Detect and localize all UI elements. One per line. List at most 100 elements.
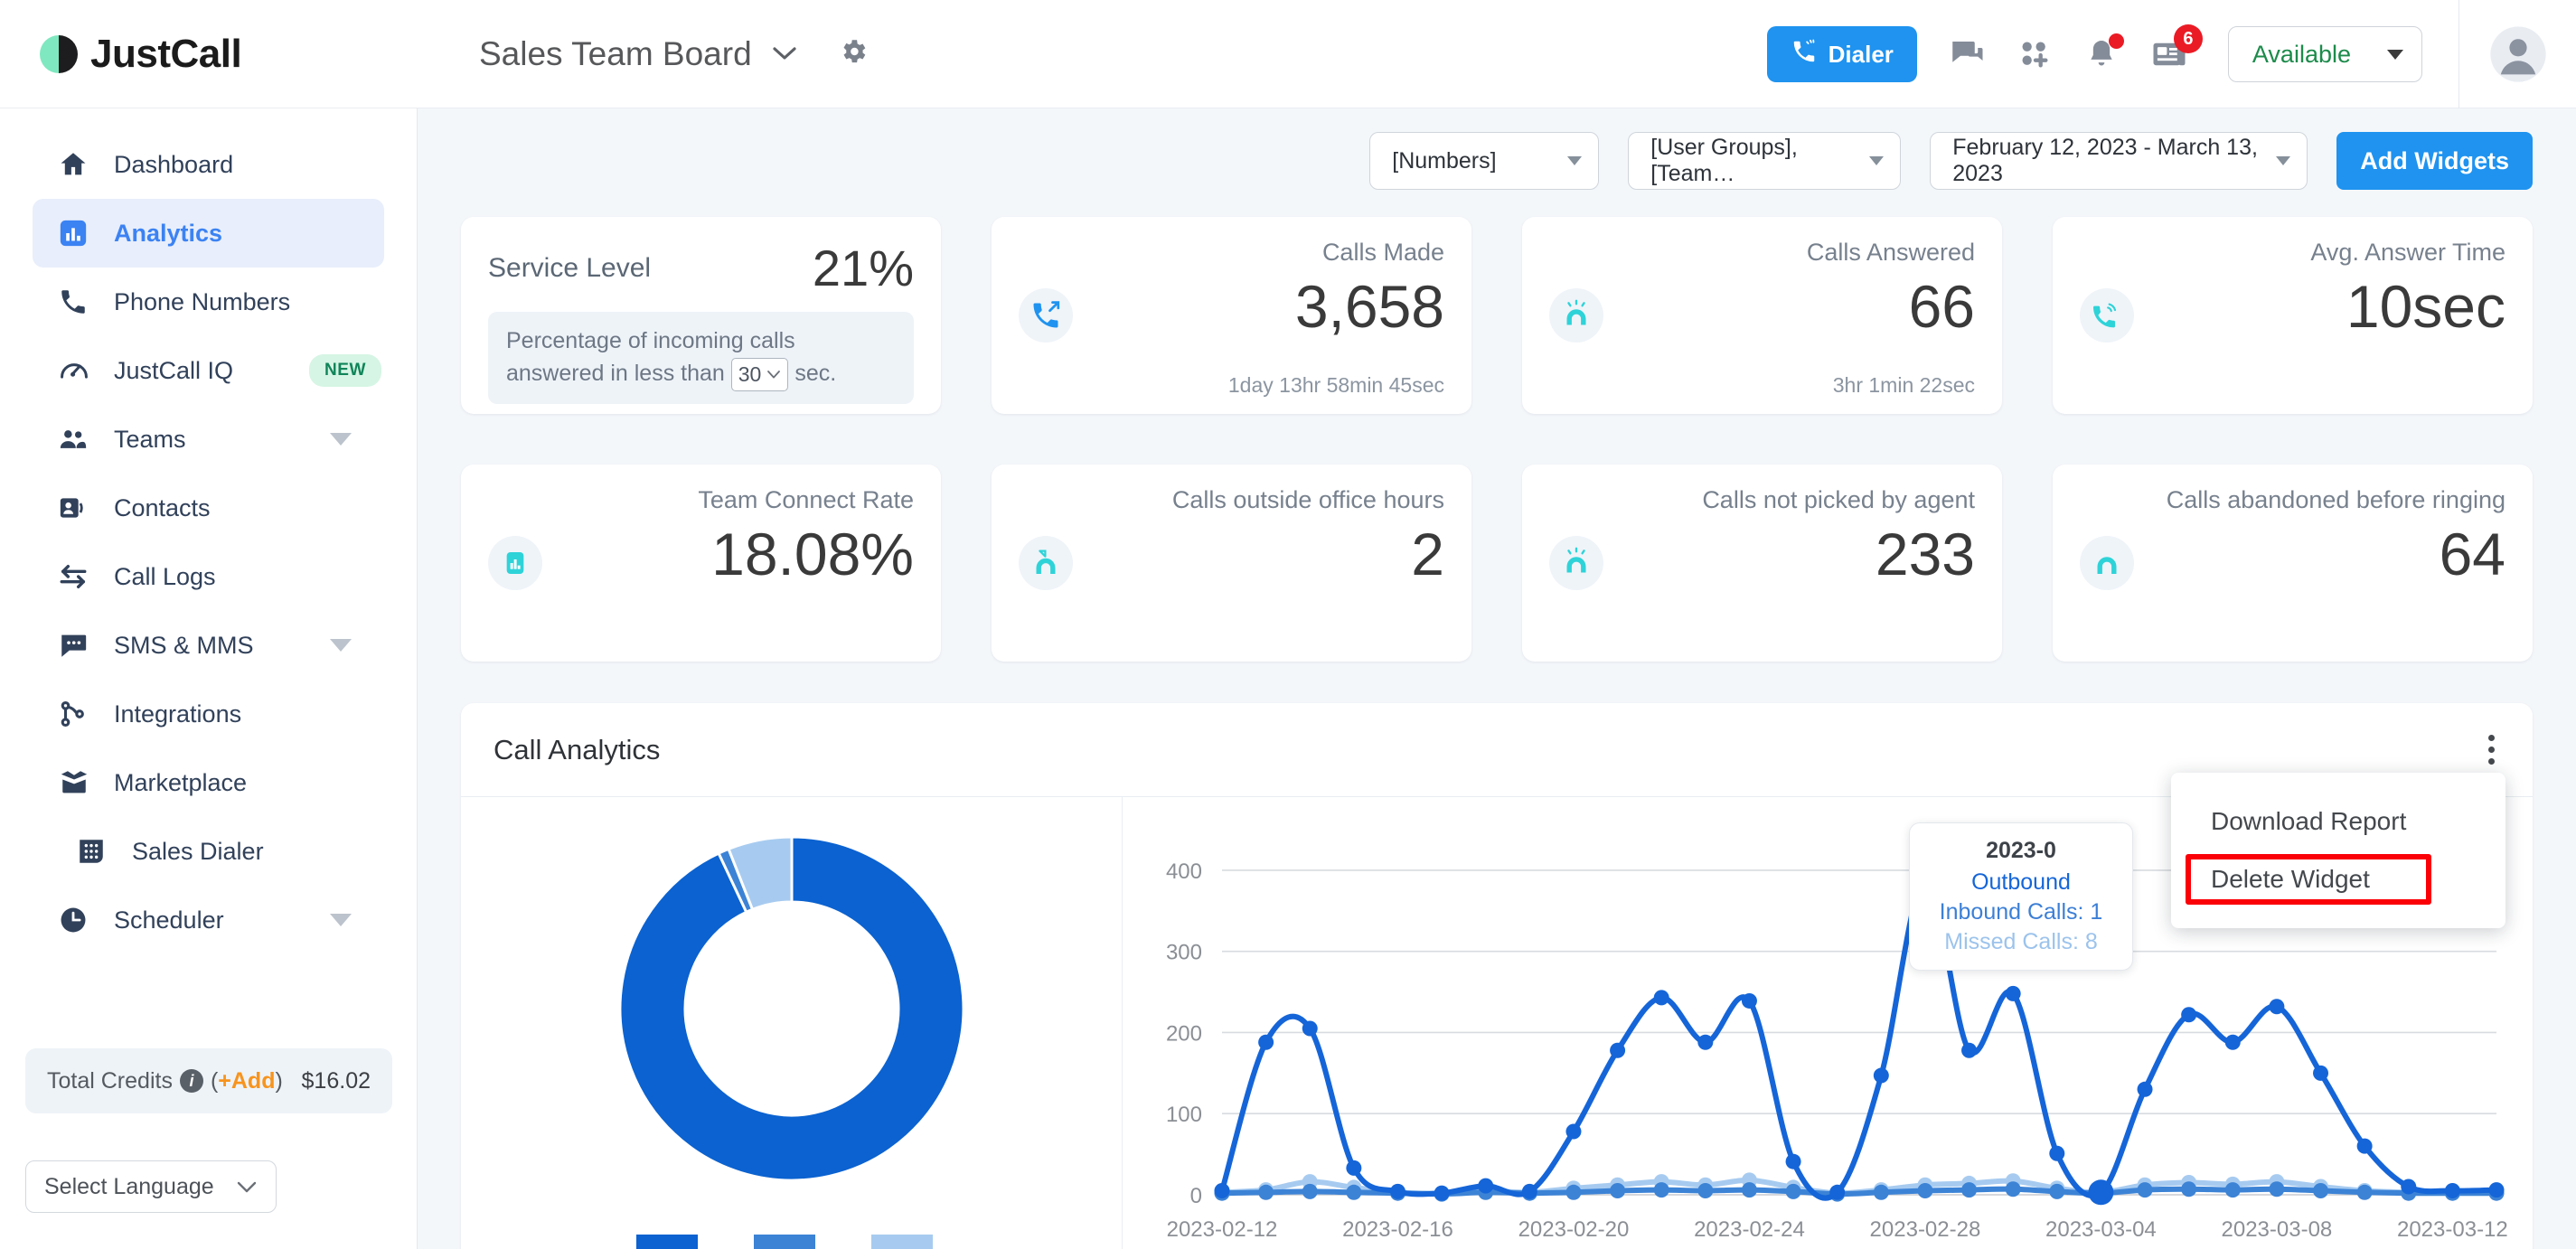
data-point[interactable] — [1565, 1184, 1582, 1200]
data-point[interactable] — [2137, 1081, 2153, 1097]
numbers-filter-value: [Numbers] — [1392, 147, 1497, 174]
data-point[interactable] — [1697, 1034, 1714, 1050]
sidebar-item-analytics[interactable]: Analytics — [33, 199, 384, 268]
chevron-down-icon[interactable] — [772, 40, 797, 68]
clock-icon — [58, 905, 99, 935]
kpi-card-title: Team Connect Rate — [698, 486, 914, 513]
data-point[interactable] — [2088, 1179, 2114, 1206]
data-point[interactable] — [1302, 1020, 1318, 1037]
data-point[interactable] — [2356, 1184, 2373, 1200]
data-point[interactable] — [1741, 1182, 1757, 1198]
data-point[interactable] — [2137, 1182, 2153, 1198]
apps-grid-icon[interactable] — [2017, 36, 2053, 72]
sidebar-item-phone-numbers[interactable]: Phone Numbers — [33, 268, 384, 336]
info-icon[interactable]: i — [179, 1069, 203, 1093]
data-point[interactable] — [2401, 1179, 2417, 1195]
menu-item-download-report[interactable]: Download Report — [2171, 793, 2505, 850]
data-point[interactable] — [2444, 1183, 2460, 1199]
kpi-card-calls-outside-office-hours: Calls outside office hours 2 — [992, 465, 1471, 662]
data-point[interactable] — [1961, 1042, 1978, 1058]
language-select[interactable]: Select Language — [25, 1160, 277, 1213]
chevron-down-icon[interactable] — [330, 639, 352, 652]
data-point[interactable] — [1785, 1153, 1801, 1169]
avatar[interactable] — [2458, 0, 2576, 108]
availability-dropdown[interactable]: Available — [2227, 26, 2422, 82]
data-point[interactable] — [2313, 1065, 2329, 1081]
legend-item-outbound[interactable] — [635, 1235, 712, 1249]
service-level-seconds-select[interactable]: 30 — [730, 357, 789, 392]
data-point[interactable] — [1610, 1183, 1626, 1199]
data-point[interactable] — [1610, 1042, 1626, 1058]
sidebar-item-teams[interactable]: Teams — [33, 405, 384, 474]
gear-icon[interactable] — [838, 36, 869, 71]
data-point[interactable] — [1214, 1183, 1230, 1199]
numbers-filter[interactable]: [Numbers] — [1369, 132, 1600, 190]
sidebar-item-label: Analytics — [114, 219, 223, 247]
user-groups-filter[interactable]: [User Groups], [Team… — [1628, 132, 1902, 190]
data-point[interactable] — [1521, 1183, 1537, 1199]
sidebar-item-integrations[interactable]: Integrations — [33, 680, 384, 748]
data-point[interactable] — [2269, 1181, 2285, 1197]
chevron-down-icon[interactable] — [330, 914, 352, 926]
data-point[interactable] — [1389, 1183, 1406, 1199]
data-point[interactable] — [1346, 1184, 1362, 1200]
data-point[interactable] — [2181, 1007, 2197, 1023]
data-point[interactable] — [2269, 999, 2285, 1015]
data-point[interactable] — [1917, 1183, 1933, 1199]
sidebar-item-sales-dialer[interactable]: Sales Dialer — [33, 817, 384, 886]
data-point[interactable] — [2005, 985, 2021, 1001]
data-point[interactable] — [1741, 992, 1757, 1009]
chevron-down-icon[interactable] — [330, 433, 352, 446]
data-point[interactable] — [1653, 1182, 1669, 1198]
data-point[interactable] — [1258, 1184, 1274, 1200]
kpi-card-title: Calls Answered — [1806, 239, 1975, 266]
data-point[interactable] — [2049, 1183, 2065, 1199]
widget-menu-button[interactable] — [2483, 729, 2500, 770]
data-point[interactable] — [1302, 1183, 1318, 1199]
phone-icon — [1791, 38, 1818, 71]
data-point[interactable] — [2313, 1183, 2329, 1199]
sidebar-item-marketplace[interactable]: Marketplace — [33, 748, 384, 817]
data-point[interactable] — [1346, 1160, 1362, 1176]
kpi-card-calls-answered: Calls Answered 66 3hr 1min 22sec — [1522, 217, 2002, 414]
sidebar-item-dashboard[interactable]: Dashboard — [33, 130, 384, 199]
bell-icon[interactable] — [2083, 33, 2124, 72]
sidebar-item-sms-mms[interactable]: SMS & MMS — [33, 611, 384, 680]
data-point[interactable] — [1258, 1034, 1274, 1050]
y-axis-tick: 100 — [1166, 1103, 1202, 1127]
add-credits-link[interactable]: +Add — [218, 1068, 275, 1094]
data-point[interactable] — [1478, 1178, 1494, 1194]
sidebar-item-call-logs[interactable]: Call Logs — [33, 542, 384, 611]
data-point[interactable] — [2049, 1145, 2065, 1161]
legend-item-inbound[interactable] — [753, 1235, 830, 1249]
sidebar-item-scheduler[interactable]: Scheduler — [33, 886, 384, 954]
data-point[interactable] — [1785, 1183, 1801, 1199]
menu-item-delete-widget[interactable]: Delete Widget — [2171, 850, 2505, 908]
app-logo[interactable]: JustCall — [36, 32, 325, 77]
data-point[interactable] — [1697, 1183, 1714, 1199]
data-point[interactable] — [1961, 1182, 1978, 1198]
data-point[interactable] — [2181, 1181, 2197, 1197]
sidebar-item-justcall-iq[interactable]: JustCall IQ NEW — [33, 336, 384, 405]
sidebar-item-contacts[interactable]: Contacts — [33, 474, 384, 542]
data-point[interactable] — [1873, 1184, 1889, 1200]
add-widgets-button[interactable]: Add Widgets — [2336, 132, 2533, 190]
data-point[interactable] — [2005, 1181, 2021, 1197]
board-selector[interactable]: Sales Team Board — [479, 35, 869, 73]
news-icon[interactable]: 6 — [2150, 24, 2203, 73]
data-point[interactable] — [1829, 1184, 1846, 1200]
data-point[interactable] — [1653, 990, 1669, 1006]
date-range-picker[interactable]: February 12, 2023 - March 13, 2023 — [1930, 132, 2308, 190]
kpi-card-title: Calls not picked by agent — [1702, 486, 1975, 513]
data-point[interactable] — [1873, 1067, 1889, 1084]
chat-icon[interactable] — [1948, 35, 1986, 73]
data-point[interactable] — [2224, 1182, 2241, 1198]
kpi-card-value: 66 — [1908, 273, 1975, 340]
dialer-button[interactable]: Dialer — [1766, 26, 1917, 82]
data-point[interactable] — [2224, 1034, 2241, 1050]
legend-item-missed[interactable] — [870, 1235, 947, 1249]
data-point[interactable] — [1434, 1185, 1450, 1201]
data-point[interactable] — [2488, 1182, 2505, 1198]
data-point[interactable] — [2356, 1138, 2373, 1154]
data-point[interactable] — [1565, 1123, 1582, 1140]
